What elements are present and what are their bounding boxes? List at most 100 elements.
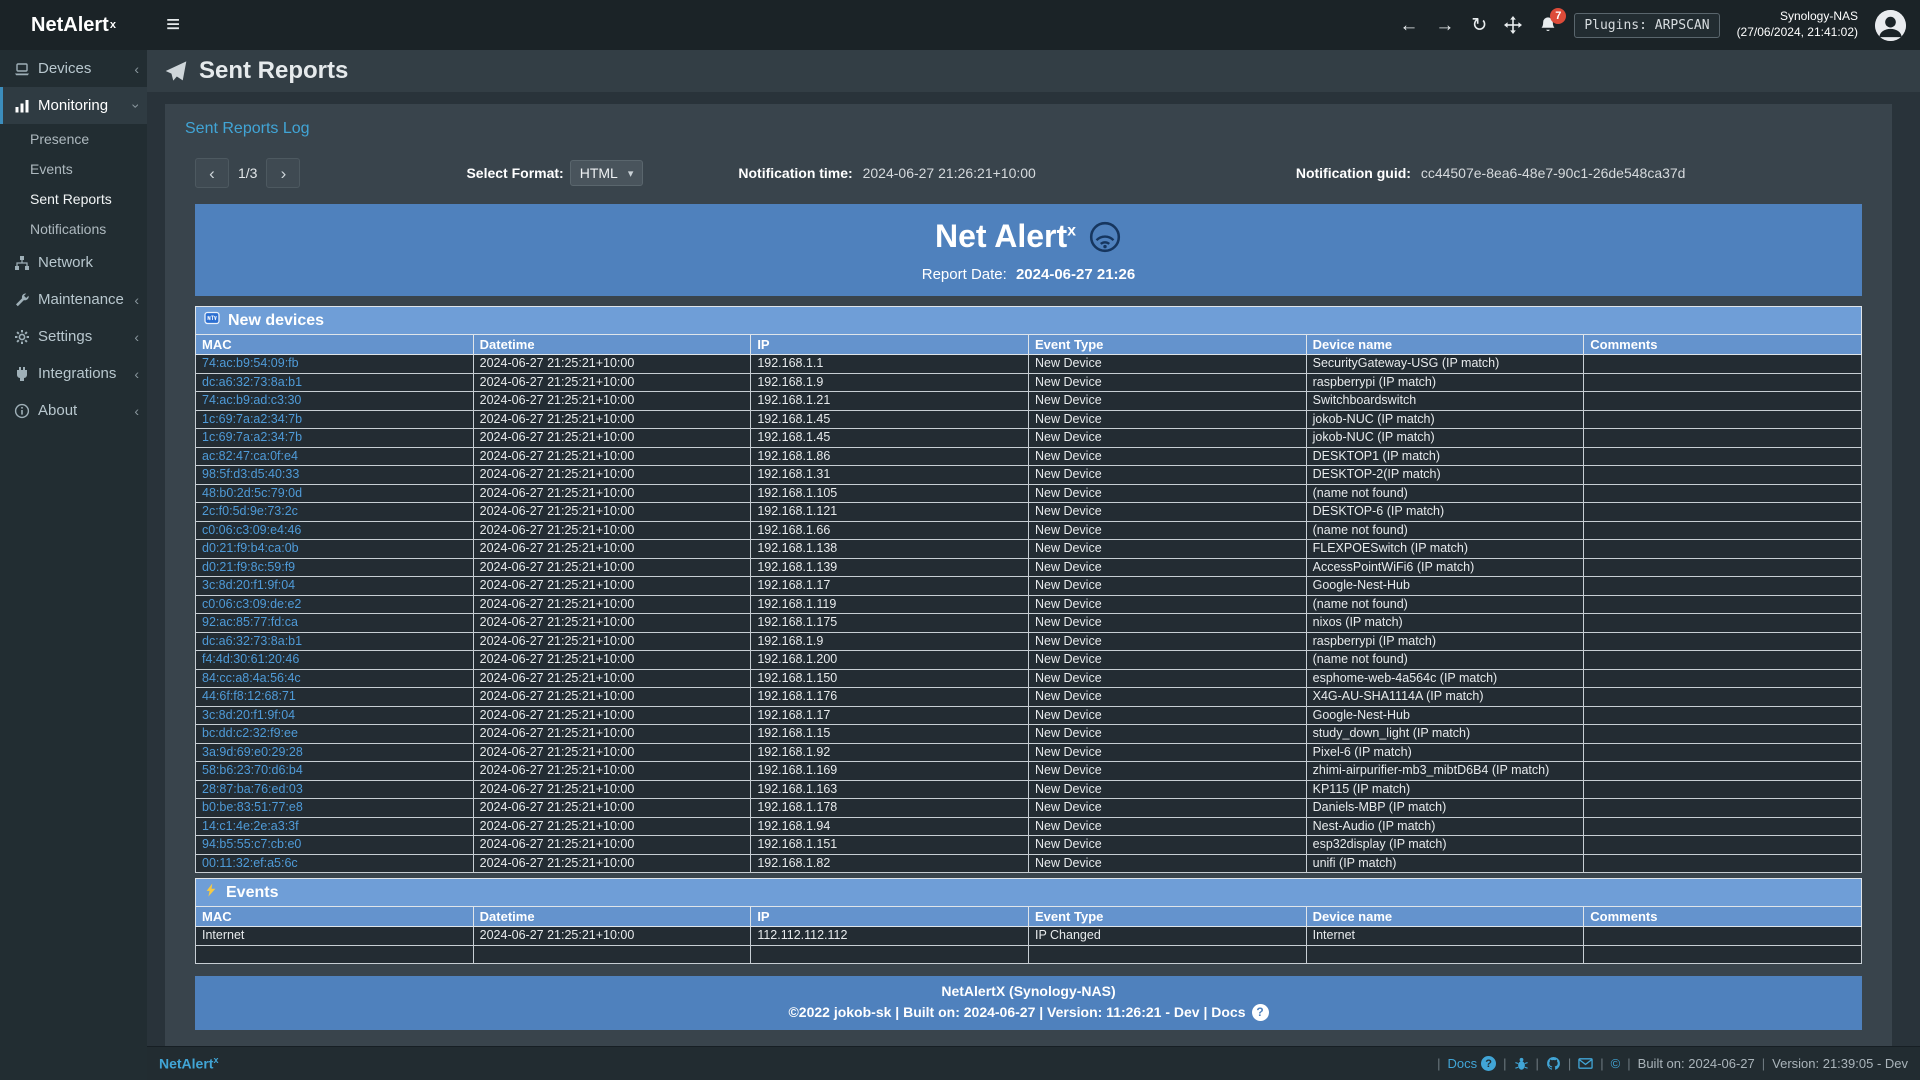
sidebar-item-presence[interactable]: Presence [0,124,147,154]
notifications-bell-icon[interactable]: 7 [1539,16,1557,34]
table-row: 14:c1:4e:2e:a3:3f2024-06-27 21:25:21+10:… [196,817,1862,836]
mac-address-link[interactable]: 3a:9d:69:e0:29:28 [202,745,303,759]
user-avatar[interactable] [1875,10,1906,41]
info-icon [14,403,30,419]
host-info: Synology-NAS (27/06/2024, 21:41:02) [1737,9,1858,40]
sidebar-item-maintenance[interactable]: Maintenance ‹ [0,281,147,318]
column-header: Comments [1584,335,1862,355]
brand-sup: x [110,19,116,31]
page-indicator: 1/3 [238,165,257,181]
mac-address-link[interactable]: 28:87:ba:76:ed:03 [202,782,303,796]
notification-guid-value: cc44507e-8ea6-48e7-90c1-26de548ca37d [1421,165,1686,181]
column-header: MAC [196,907,474,927]
mac-address-link[interactable]: b0:be:83:51:77:e8 [202,800,303,814]
mac-address-link[interactable]: 3c:8d:20:f1:9f:04 [202,578,295,592]
mail-icon[interactable] [1578,1056,1593,1071]
mac-address-link[interactable]: 98:5f:d3:d5:40:33 [202,467,299,481]
sidebar-item-about[interactable]: About ‹ [0,392,147,429]
nav-forward-icon[interactable]: → [1435,16,1454,35]
table-row: b0:be:83:51:77:e82024-06-27 21:25:21+10:… [196,799,1862,818]
mac-address-link[interactable]: 58:b6:23:70:d6:b4 [202,763,303,777]
mac-address-link[interactable]: bc:dd:c2:32:f9:ee [202,726,298,740]
docs-question-icon[interactable]: ? [1252,1004,1269,1021]
sidebar-item-events[interactable]: Events [0,154,147,184]
sidebar-item-devices[interactable]: Devices ‹ [0,50,147,87]
netalertx-logo-icon [1088,220,1122,254]
mac-address-link[interactable]: 84:cc:a8:4a:56:4c [202,671,301,685]
mac-address-link[interactable]: 94:b5:55:c7:cb:e0 [202,837,301,851]
chevron-left-icon: ‹ [134,403,139,419]
mac-address-link[interactable]: 3c:8d:20:f1:9f:04 [202,708,295,722]
sidebar-item-monitoring[interactable]: Monitoring › [0,87,147,124]
chevron-left-icon: ‹ [134,61,139,77]
table-row: 92:ac:85:77:fd:ca2024-06-27 21:25:21+10:… [196,614,1862,633]
mac-address-link[interactable]: d0:21:f9:b4:ca:0b [202,541,299,555]
nav-back-icon[interactable]: ← [1399,16,1418,35]
table-row: 74:ac:b9:ad:c3:302024-06-27 21:25:21+10:… [196,392,1862,411]
format-value: HTML [580,165,618,181]
mac-address-link[interactable]: 2c:f0:5d:9e:73:2c [202,504,298,518]
brand-logo[interactable]: NetAlertx [0,0,147,50]
footer-built: Built on: 2024-06-27 [1638,1056,1755,1071]
mac-address-link[interactable]: 1c:69:7a:a2:34:7b [202,412,302,426]
report-date-label: Report Date: [922,266,1007,283]
table-row: 58:b6:23:70:d6:b42024-06-27 21:25:21+10:… [196,762,1862,781]
sidebar-item-label: Integrations [38,365,116,382]
column-header: Device name [1306,335,1584,355]
mac-address-link[interactable]: 74:ac:b9:ad:c3:30 [202,393,301,407]
column-header: IP [751,335,1029,355]
column-header: MAC [196,335,474,355]
plugins-status-chip[interactable]: Plugins: ARPSCAN [1574,13,1719,38]
mac-address-link[interactable]: f4:4d:30:61:20:46 [202,652,299,666]
navbar-right: ← → ↻ 7 Plugins: ARPSCAN Synology-NAS (2… [1399,0,1920,50]
mac-address-link[interactable]: dc:a6:32:73:8a:b1 [202,634,302,648]
sidebar-item-notifications[interactable]: Notifications [0,214,147,244]
column-header-row: MACDatetimeIPEvent TypeDevice nameCommen… [196,907,1862,927]
chevron-left-icon: ‹ [134,292,139,308]
mac-address-link[interactable]: c0:06:c3:09:e4:46 [202,523,301,537]
sidebar-item-label: Network [38,254,93,271]
next-report-button[interactable]: › [266,158,300,188]
sidebar-item-settings[interactable]: Settings ‹ [0,318,147,355]
bug-report-icon[interactable] [1514,1056,1529,1071]
footer-docs-link[interactable]: Docs ? [1447,1056,1496,1071]
mac-address-link[interactable]: 48:b0:2d:5c:79:0d [202,486,302,500]
move-icon[interactable] [1504,16,1522,34]
column-header: Device name [1306,907,1584,927]
network-icon [14,255,30,271]
format-select[interactable]: HTML ▾ [570,160,644,186]
mac-address-link[interactable]: 44:6f:f8:12:68:71 [202,689,296,703]
table-row: 98:5f:d3:d5:40:332024-06-27 21:25:21+10:… [196,466,1862,485]
mac-address-link[interactable]: 92:ac:85:77:fd:ca [202,615,298,629]
report-footer-title: NetAlertX (Synology-NAS) [195,983,1862,999]
mac-address-link[interactable]: dc:a6:32:73:8a:b1 [202,375,302,389]
mac-address-link[interactable]: 1c:69:7a:a2:34:7b [202,430,302,444]
prev-report-button[interactable]: ‹ [195,158,229,188]
mac-address-link[interactable]: 74:ac:b9:54:09:fb [202,356,299,370]
sent-reports-log-link[interactable]: Sent Reports Log [185,120,310,138]
github-icon[interactable] [1546,1056,1561,1071]
sidebar-item-network[interactable]: Network [0,244,147,281]
mac-address-link[interactable]: ac:82:47:ca:0f:e4 [202,449,298,463]
sent-reports-box: Sent Reports Log ‹ 1/3 › Select Format: … [165,104,1892,1046]
table-row: 28:87:ba:76:ed:032024-06-27 21:25:21+10:… [196,780,1862,799]
caret-down-icon: ▾ [628,167,634,180]
mac-address-link[interactable]: d0:21:f9:8c:59:f9 [202,560,295,574]
sidebar-item-label: Maintenance [38,291,124,308]
mac-address-link[interactable]: c0:06:c3:09:de:e2 [202,597,301,611]
table-row: c0:06:c3:09:de:e22024-06-27 21:25:21+10:… [196,595,1862,614]
table-row: 44:6f:f8:12:68:712024-06-27 21:25:21+10:… [196,688,1862,707]
sidebar: Devices ‹ Monitoring › Presence Events S… [0,50,147,1080]
column-header: Datetime [473,335,751,355]
sidebar-toggle-button[interactable]: ≡ [147,0,199,50]
refresh-icon[interactable]: ↻ [1471,16,1487,35]
copyright-icon[interactable]: © [1611,1056,1621,1071]
table-row: 00:11:32:ef:a5:6c2024-06-27 21:25:21+10:… [196,854,1862,873]
mac-address-link[interactable]: 14:c1:4e:2e:a3:3f [202,819,299,833]
sidebar-item-sent-reports[interactable]: Sent Reports [0,184,147,214]
content-area: Sent Reports Log ‹ 1/3 › Select Format: … [147,92,1920,1046]
sidebar-item-integrations[interactable]: Integrations ‹ [0,355,147,392]
footer-brand-link[interactable]: NetAlertx [159,1055,218,1072]
mac-address-link[interactable]: 00:11:32:ef:a5:6c [202,856,298,870]
table-row: Internet2024-06-27 21:25:21+10:00112.112… [196,927,1862,946]
